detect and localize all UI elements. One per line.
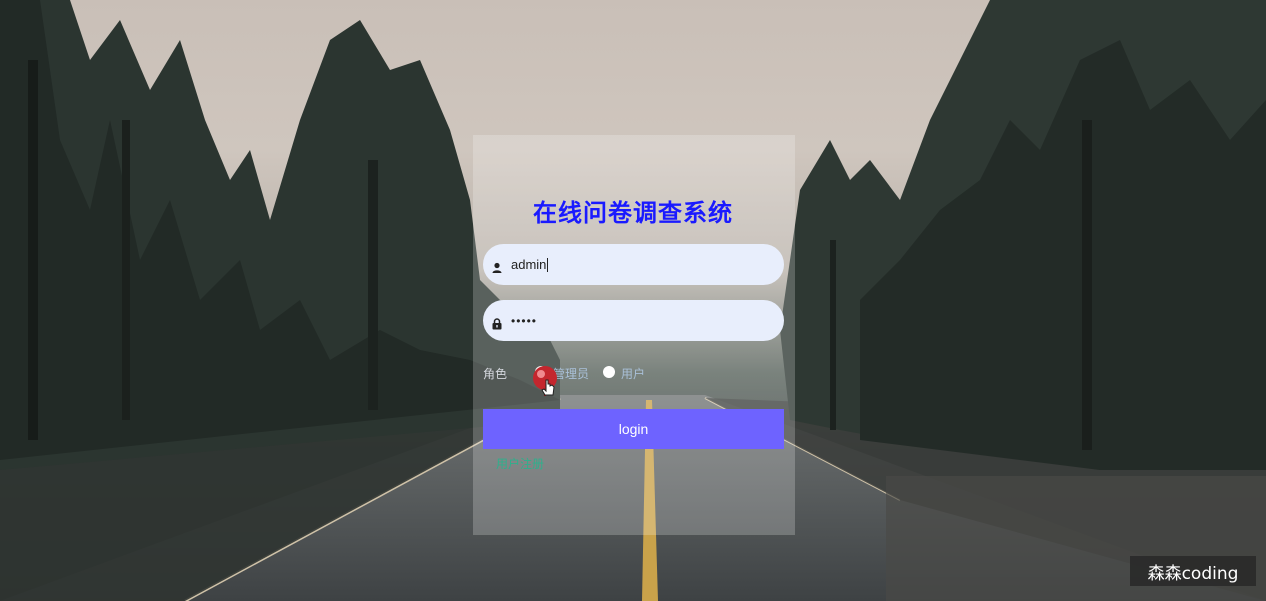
role-option-user-label[interactable]: 用户 xyxy=(621,365,645,382)
text-caret xyxy=(547,257,549,272)
username-value: admin xyxy=(511,257,547,272)
register-link[interactable]: 用户注册 xyxy=(496,455,544,472)
login-button[interactable]: login xyxy=(483,409,784,449)
mouse-cursor-icon xyxy=(530,363,564,401)
lock-icon xyxy=(492,315,502,329)
role-radio-user[interactable] xyxy=(603,366,615,378)
user-icon xyxy=(492,259,502,273)
role-label: 角色 xyxy=(483,367,508,381)
watermark: 森森coding xyxy=(1130,556,1256,586)
username-field[interactable]: admin xyxy=(483,244,784,285)
password-value: ••••• xyxy=(511,313,538,328)
page-title: 在线问卷调查系统 xyxy=(533,199,733,227)
password-field[interactable]: ••••• xyxy=(483,300,784,341)
role-selector: 角色 管理员 用户 xyxy=(483,363,783,383)
